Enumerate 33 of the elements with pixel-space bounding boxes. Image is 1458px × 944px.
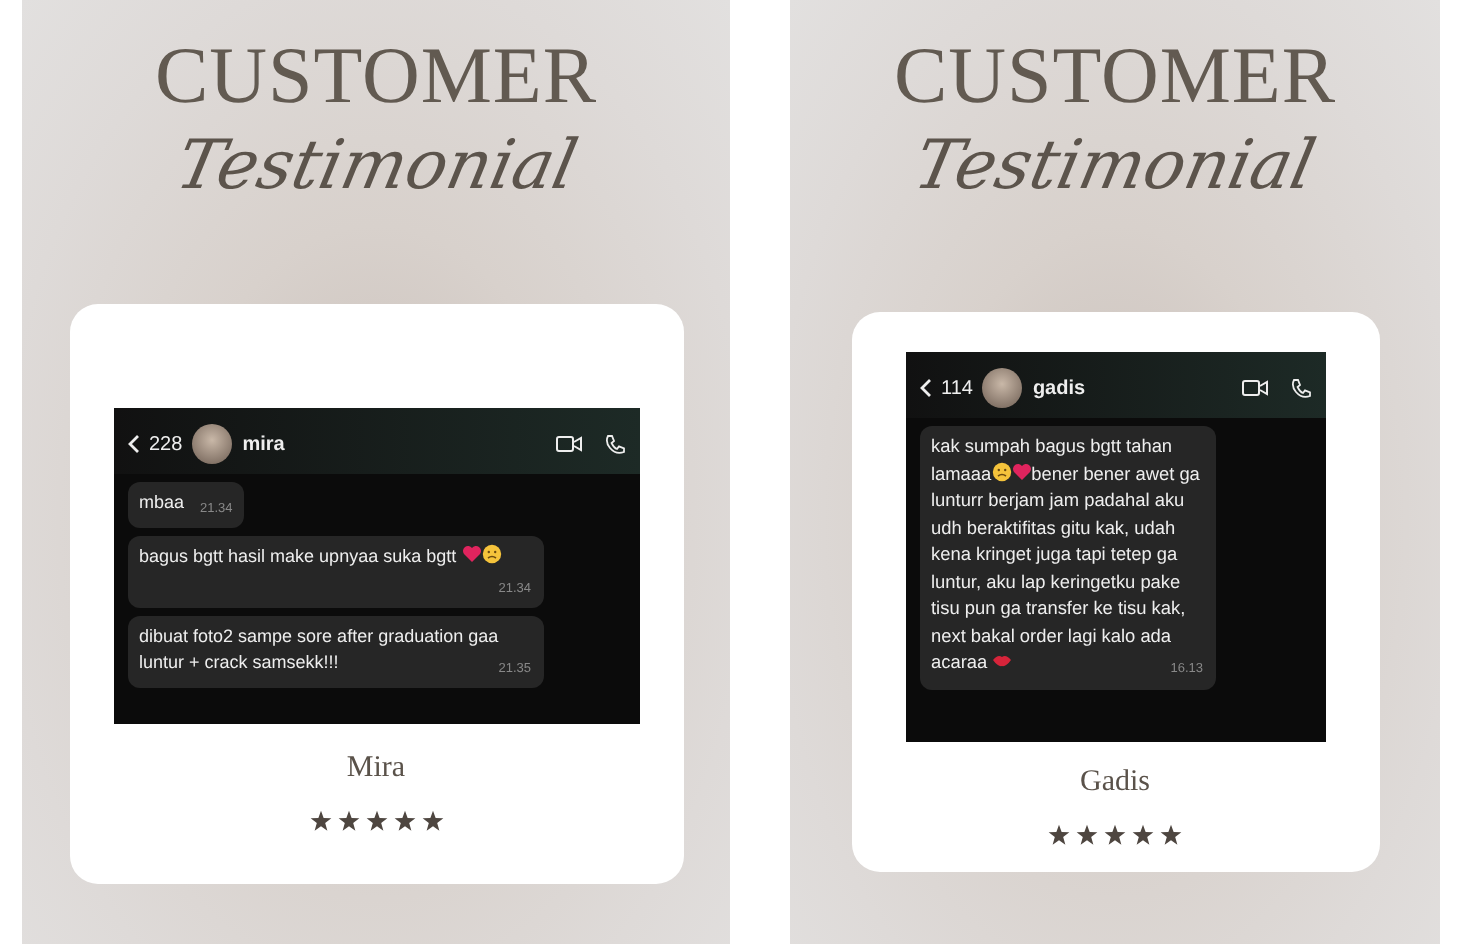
customer-name: Mira [346, 752, 406, 786]
avatar [982, 368, 1023, 408]
star-icon [1132, 824, 1154, 846]
unread-count: 228 [149, 433, 183, 455]
lips-emoji-icon [992, 650, 1013, 670]
video-call-icon[interactable] [555, 434, 581, 454]
star-icon [393, 810, 415, 832]
star-icon [365, 810, 387, 832]
contact-name: mira [242, 433, 287, 455]
heart-emoji-icon [461, 544, 482, 564]
phone-icon[interactable] [603, 433, 625, 455]
star-icon [1076, 824, 1098, 846]
star-icon [421, 810, 443, 832]
poster-subtitle: Testimonial [170, 132, 582, 200]
star-icon [309, 810, 331, 832]
poster-title: CUSTOMER [893, 36, 1337, 116]
poster-title: CUSTOMER [154, 36, 598, 116]
face-emoji-icon [991, 461, 1012, 481]
star-icon [1104, 824, 1126, 846]
star-icon [1160, 824, 1182, 846]
phone-icon[interactable] [1289, 377, 1311, 399]
face-emoji-icon [481, 544, 502, 564]
star-icon [337, 810, 359, 832]
contact-name: gadis [1032, 377, 1088, 399]
avatar [192, 424, 233, 464]
star-icon [1048, 824, 1070, 846]
poster-subtitle: Testimonial [909, 132, 1321, 200]
customer-name: Gadis [1080, 766, 1150, 800]
video-call-icon[interactable] [1241, 378, 1267, 398]
back-icon[interactable] [919, 378, 931, 398]
unread-count: 114 [941, 377, 973, 399]
back-icon[interactable] [127, 434, 139, 454]
heart-emoji-icon [1011, 461, 1032, 481]
